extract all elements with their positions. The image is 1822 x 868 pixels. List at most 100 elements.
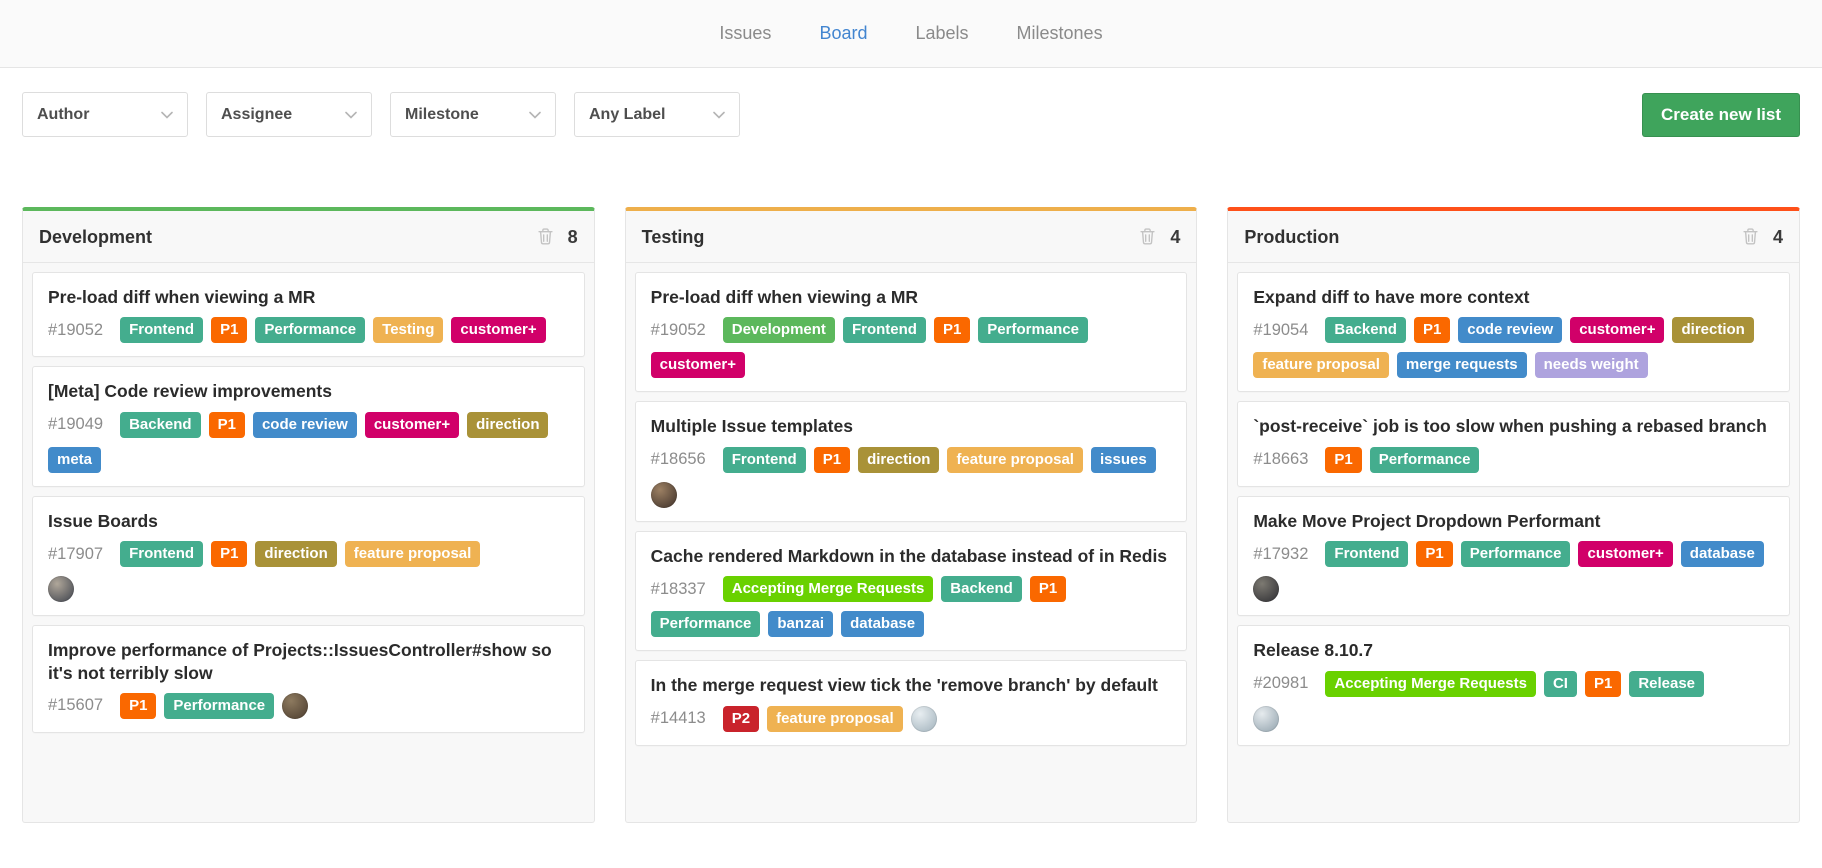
label-p1[interactable]: P1 — [1030, 576, 1066, 602]
label-backend[interactable]: Backend — [1325, 317, 1406, 343]
label-testing[interactable]: Testing — [373, 317, 443, 343]
label-p1[interactable]: P1 — [211, 541, 247, 567]
issue-card[interactable]: Pre-load diff when viewing a MR#19052Dev… — [635, 272, 1188, 392]
label-meta[interactable]: meta — [48, 447, 101, 473]
filter-dropdown-milestone[interactable]: Milestone — [390, 92, 556, 137]
issue-meta: #17907 Frontend P1 direction feature proposa… — [48, 541, 569, 567]
avatar[interactable] — [1253, 706, 1279, 732]
issue-card[interactable]: [Meta] Code review improvements#19049Bac… — [32, 366, 585, 486]
label-frontend[interactable]: Frontend — [843, 317, 926, 343]
label-p1[interactable]: P1 — [209, 412, 245, 438]
label-performance[interactable]: Performance — [1461, 541, 1571, 567]
label-issues[interactable]: issues — [1091, 447, 1156, 473]
label-backend[interactable]: Backend — [941, 576, 1022, 602]
label-performance[interactable]: Performance — [1370, 447, 1480, 473]
label-code-review[interactable]: code review — [1458, 317, 1562, 343]
label-customer[interactable]: customer+ — [451, 317, 545, 343]
avatar[interactable] — [651, 482, 677, 508]
label-p1[interactable]: P1 — [1325, 447, 1361, 473]
label-frontend[interactable]: Frontend — [120, 541, 203, 567]
label-p2[interactable]: P2 — [723, 706, 759, 732]
issue-card[interactable]: Release 8.10.7#20981Accepting Merge Requ… — [1237, 625, 1790, 745]
label-database[interactable]: database — [1681, 541, 1764, 567]
issue-title: Expand diff to have more context — [1253, 286, 1774, 308]
label-feature-proposal[interactable]: feature proposal — [767, 706, 903, 732]
issue-card[interactable]: Issue Boards#17907FrontendP1directionfea… — [32, 496, 585, 616]
avatar[interactable] — [1253, 576, 1279, 602]
issue-number: #18337 — [651, 580, 706, 599]
issue-count: 8 — [568, 227, 578, 248]
tab-milestones[interactable]: Milestones — [1017, 23, 1103, 44]
label-p1[interactable]: P1 — [1414, 317, 1450, 343]
filter-dropdown-assignee[interactable]: Assignee — [206, 92, 372, 137]
label-accepting-merge-requests[interactable]: Accepting Merge Requests — [1325, 671, 1536, 697]
label-merge-requests[interactable]: merge requests — [1397, 352, 1527, 378]
board-list-production: Production 4 Expand diff to have more cont… — [1227, 207, 1800, 823]
label-frontend[interactable]: Frontend — [723, 447, 806, 473]
avatar[interactable] — [48, 576, 74, 602]
label-p1[interactable]: P1 — [211, 317, 247, 343]
label-development[interactable]: Development — [723, 317, 835, 343]
label-customer[interactable]: customer+ — [1570, 317, 1664, 343]
label-customer[interactable]: customer+ — [365, 412, 459, 438]
label-performance[interactable]: Performance — [164, 693, 274, 719]
list-title: Development — [39, 227, 152, 248]
filter-dropdown-author[interactable]: Author — [22, 92, 188, 137]
label-database[interactable]: database — [841, 611, 924, 637]
delete-list-button[interactable] — [1140, 228, 1155, 248]
avatar[interactable] — [282, 693, 308, 719]
assignee-row — [1253, 706, 1774, 732]
issue-card[interactable]: Make Move Project Dropdown Performant#17… — [1237, 496, 1790, 616]
issue-card[interactable]: Cache rendered Markdown in the database … — [635, 531, 1188, 651]
issue-card[interactable]: Expand diff to have more context #19054 Ba… — [1237, 272, 1790, 392]
label-backend[interactable]: Backend — [120, 412, 201, 438]
label-banzai[interactable]: banzai — [768, 611, 833, 637]
label-frontend[interactable]: Frontend — [1325, 541, 1408, 567]
issue-title: `post-receive` job is too slow when push… — [1253, 415, 1774, 437]
label-performance[interactable]: Performance — [255, 317, 365, 343]
create-new-list-button[interactable]: Create new list — [1642, 93, 1800, 137]
issue-card[interactable]: In the merge request view tick the 'remo… — [635, 660, 1188, 745]
issue-meta: #20981Accepting Merge RequestsCIP1Releas… — [1253, 671, 1774, 697]
issue-card[interactable]: Multiple Issue templates#18656FrontendP1… — [635, 401, 1188, 521]
filter-dropdown-any-label[interactable]: Any Label — [574, 92, 740, 137]
avatar[interactable] — [911, 706, 937, 732]
label-performance[interactable]: Performance — [978, 317, 1088, 343]
tab-board[interactable]: Board — [819, 23, 867, 44]
label-feature-proposal[interactable]: feature proposal — [1253, 352, 1389, 378]
label-accepting-merge-requests[interactable]: Accepting Merge Requests — [723, 576, 934, 602]
board-list-development: Development 8 Pre-load diff when viewing a… — [22, 207, 595, 823]
issue-meta: #19049BackendP1code reviewcustomer+direc… — [48, 412, 569, 473]
issue-meta: #17932FrontendP1Performancecustomer+data… — [1253, 541, 1774, 602]
label-performance[interactable]: Performance — [651, 611, 761, 637]
label-code-review[interactable]: code review — [253, 412, 357, 438]
label-direction[interactable]: direction — [255, 541, 336, 567]
list-title: Production — [1244, 227, 1339, 248]
label-customer[interactable]: customer+ — [1578, 541, 1672, 567]
label-direction[interactable]: direction — [467, 412, 548, 438]
label-direction[interactable]: direction — [1672, 317, 1753, 343]
issue-card[interactable]: Improve performance of Projects::IssuesC… — [32, 625, 585, 733]
label-feature-proposal[interactable]: feature proposal — [345, 541, 481, 567]
label-needs-weight[interactable]: needs weight — [1535, 352, 1648, 378]
label-direction[interactable]: direction — [858, 447, 939, 473]
issue-card[interactable]: Pre-load diff when viewing a MR#19052Fro… — [32, 272, 585, 357]
issue-number: #17907 — [48, 545, 103, 564]
issue-card[interactable]: `post-receive` job is too slow when push… — [1237, 401, 1790, 486]
label-p1[interactable]: P1 — [1585, 671, 1621, 697]
list-actions: 4 — [1743, 227, 1783, 248]
label-release[interactable]: Release — [1629, 671, 1704, 697]
tab-labels[interactable]: Labels — [915, 23, 968, 44]
label-frontend[interactable]: Frontend — [120, 317, 203, 343]
label-ci[interactable]: CI — [1544, 671, 1577, 697]
delete-list-button[interactable] — [1743, 228, 1758, 248]
label-p1[interactable]: P1 — [814, 447, 850, 473]
label-customer[interactable]: customer+ — [651, 352, 745, 378]
label-p1[interactable]: P1 — [934, 317, 970, 343]
label-feature-proposal[interactable]: feature proposal — [947, 447, 1083, 473]
label-p1[interactable]: P1 — [120, 693, 156, 719]
label-p1[interactable]: P1 — [1416, 541, 1452, 567]
delete-list-button[interactable] — [538, 228, 553, 248]
issue-number: #19054 — [1253, 321, 1308, 340]
tab-issues[interactable]: Issues — [719, 23, 771, 44]
